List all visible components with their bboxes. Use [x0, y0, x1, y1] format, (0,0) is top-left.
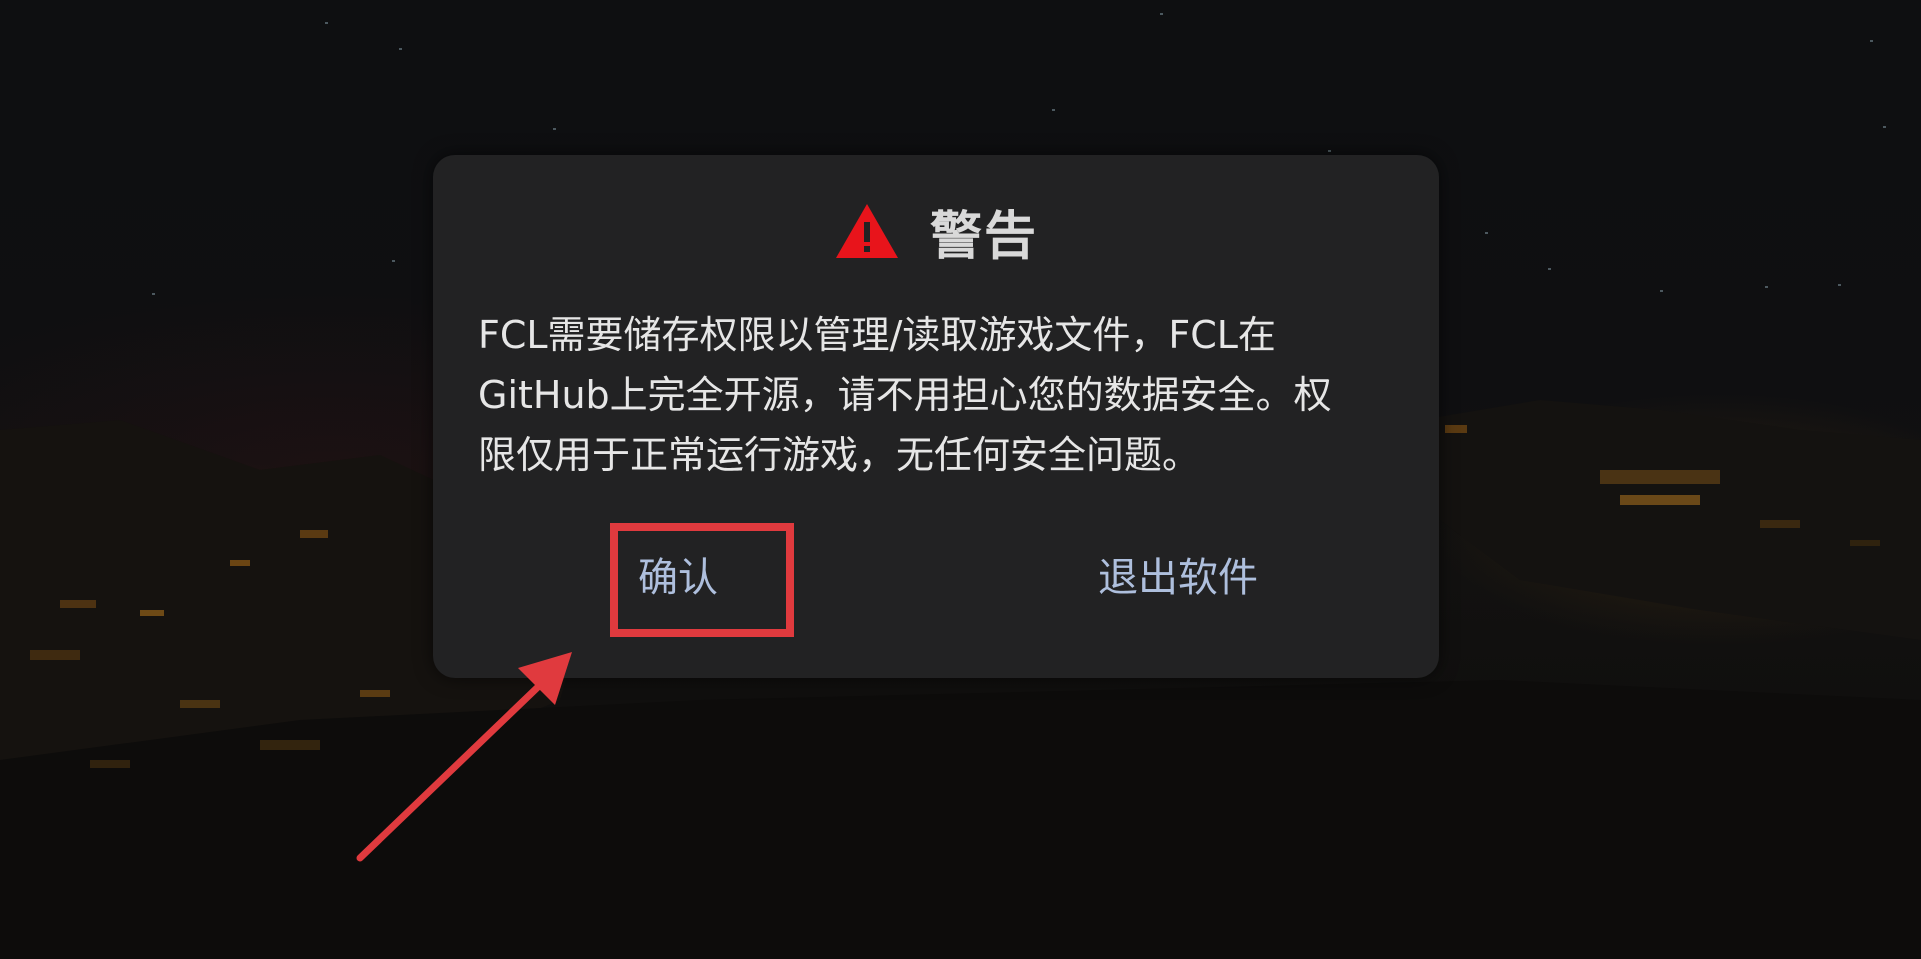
message-line: 限仅用于正常运行游戏，无任何安全问题。 [478, 433, 1201, 477]
star [1660, 290, 1663, 292]
star [1485, 232, 1488, 234]
dialog-title: 警告 [929, 206, 1038, 267]
star [553, 128, 556, 130]
warning-triangle-icon [835, 204, 898, 258]
dialog-header: 警告 [433, 195, 1439, 267]
star [152, 293, 155, 295]
message-line: GitHub上完全开源，请不用担心您的数据安全。权 [478, 373, 1332, 417]
exit-app-button[interactable]: 退出软件 [1063, 550, 1293, 606]
message-line: FCL需要储存权限以管理/读取游戏文件，FCL在 [478, 313, 1276, 357]
star [1160, 13, 1163, 15]
warning-dialog: 警告 FCL需要储存权限以管理/读取游戏文件，FCL在 GitHub上完全开源，… [433, 155, 1439, 678]
star [1328, 150, 1331, 152]
star [325, 22, 328, 24]
star [1765, 286, 1768, 288]
star [1870, 40, 1873, 42]
star [399, 48, 402, 50]
star [1838, 284, 1841, 286]
star [1052, 109, 1055, 111]
dialog-message: FCL需要储存权限以管理/读取游戏文件，FCL在 GitHub上完全开源，请不用… [478, 305, 1408, 485]
confirm-button[interactable]: 确认 [608, 550, 748, 606]
star [1883, 126, 1886, 128]
star [392, 260, 395, 262]
game-background: 警告 FCL需要储存权限以管理/读取游戏文件，FCL在 GitHub上完全开源，… [0, 0, 1921, 959]
star [1548, 268, 1551, 270]
